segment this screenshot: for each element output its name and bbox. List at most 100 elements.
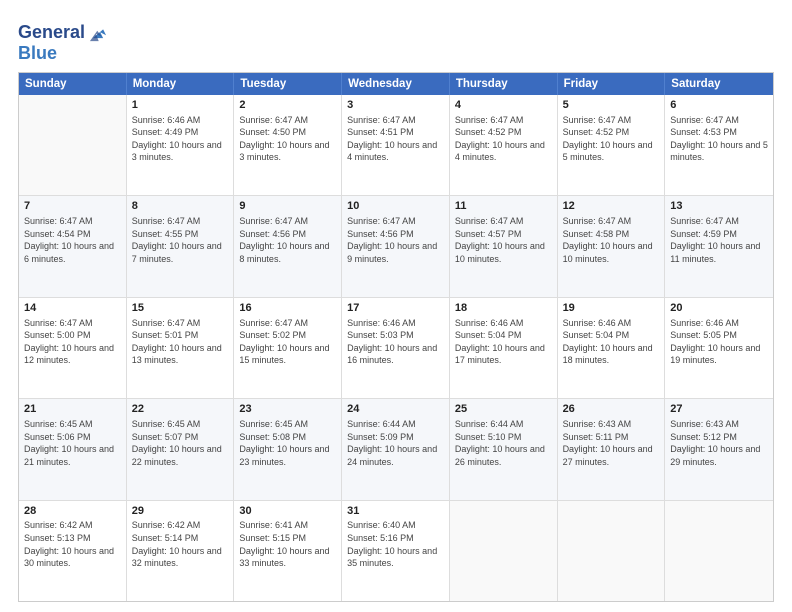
day-info: Sunrise: 6:41 AMSunset: 5:15 PMDaylight:… (239, 519, 336, 569)
day-number: 3 (347, 98, 444, 113)
empty-cell (450, 501, 558, 601)
day-info: Sunrise: 6:47 AMSunset: 4:50 PMDaylight:… (239, 114, 336, 164)
day-of-week-friday: Friday (558, 73, 666, 95)
empty-cell (19, 95, 127, 195)
day-info: Sunrise: 6:46 AMSunset: 5:04 PMDaylight:… (563, 317, 660, 367)
calendar-row-0: 1Sunrise: 6:46 AMSunset: 4:49 PMDaylight… (19, 95, 773, 196)
logo-icon (87, 22, 109, 44)
day-number: 10 (347, 199, 444, 214)
day-cell-3: 3Sunrise: 6:47 AMSunset: 4:51 PMDaylight… (342, 95, 450, 195)
day-number: 31 (347, 504, 444, 519)
day-cell-23: 23Sunrise: 6:45 AMSunset: 5:08 PMDayligh… (234, 399, 342, 499)
day-cell-12: 12Sunrise: 6:47 AMSunset: 4:58 PMDayligh… (558, 196, 666, 296)
day-of-week-wednesday: Wednesday (342, 73, 450, 95)
day-cell-7: 7Sunrise: 6:47 AMSunset: 4:54 PMDaylight… (19, 196, 127, 296)
calendar-body: 1Sunrise: 6:46 AMSunset: 4:49 PMDaylight… (19, 95, 773, 601)
day-of-week-saturday: Saturday (665, 73, 773, 95)
day-cell-17: 17Sunrise: 6:46 AMSunset: 5:03 PMDayligh… (342, 298, 450, 398)
day-cell-9: 9Sunrise: 6:47 AMSunset: 4:56 PMDaylight… (234, 196, 342, 296)
day-of-week-monday: Monday (127, 73, 235, 95)
day-info: Sunrise: 6:43 AMSunset: 5:12 PMDaylight:… (670, 418, 768, 468)
day-number: 19 (563, 301, 660, 316)
day-number: 24 (347, 402, 444, 417)
day-info: Sunrise: 6:47 AMSunset: 4:52 PMDaylight:… (563, 114, 660, 164)
day-of-week-sunday: Sunday (19, 73, 127, 95)
day-info: Sunrise: 6:47 AMSunset: 4:58 PMDaylight:… (563, 215, 660, 265)
day-info: Sunrise: 6:46 AMSunset: 5:05 PMDaylight:… (670, 317, 768, 367)
day-cell-27: 27Sunrise: 6:43 AMSunset: 5:12 PMDayligh… (665, 399, 773, 499)
day-cell-11: 11Sunrise: 6:47 AMSunset: 4:57 PMDayligh… (450, 196, 558, 296)
day-cell-1: 1Sunrise: 6:46 AMSunset: 4:49 PMDaylight… (127, 95, 235, 195)
day-info: Sunrise: 6:46 AMSunset: 4:49 PMDaylight:… (132, 114, 229, 164)
calendar-row-2: 14Sunrise: 6:47 AMSunset: 5:00 PMDayligh… (19, 298, 773, 399)
day-number: 7 (24, 199, 121, 214)
calendar-row-4: 28Sunrise: 6:42 AMSunset: 5:13 PMDayligh… (19, 501, 773, 601)
page: General Blue SundayMondayTuesdayWednesda… (0, 0, 792, 612)
day-cell-22: 22Sunrise: 6:45 AMSunset: 5:07 PMDayligh… (127, 399, 235, 499)
day-number: 29 (132, 504, 229, 519)
day-cell-4: 4Sunrise: 6:47 AMSunset: 4:52 PMDaylight… (450, 95, 558, 195)
day-number: 30 (239, 504, 336, 519)
logo-text: General (18, 23, 85, 43)
day-cell-25: 25Sunrise: 6:44 AMSunset: 5:10 PMDayligh… (450, 399, 558, 499)
day-number: 5 (563, 98, 660, 113)
day-number: 12 (563, 199, 660, 214)
day-number: 13 (670, 199, 768, 214)
day-info: Sunrise: 6:47 AMSunset: 4:55 PMDaylight:… (132, 215, 229, 265)
day-of-week-tuesday: Tuesday (234, 73, 342, 95)
day-number: 18 (455, 301, 552, 316)
day-number: 2 (239, 98, 336, 113)
day-info: Sunrise: 6:43 AMSunset: 5:11 PMDaylight:… (563, 418, 660, 468)
day-cell-19: 19Sunrise: 6:46 AMSunset: 5:04 PMDayligh… (558, 298, 666, 398)
day-cell-5: 5Sunrise: 6:47 AMSunset: 4:52 PMDaylight… (558, 95, 666, 195)
day-cell-6: 6Sunrise: 6:47 AMSunset: 4:53 PMDaylight… (665, 95, 773, 195)
empty-cell (665, 501, 773, 601)
day-cell-18: 18Sunrise: 6:46 AMSunset: 5:04 PMDayligh… (450, 298, 558, 398)
day-info: Sunrise: 6:46 AMSunset: 5:04 PMDaylight:… (455, 317, 552, 367)
header: General Blue (18, 18, 774, 64)
day-info: Sunrise: 6:42 AMSunset: 5:13 PMDaylight:… (24, 519, 121, 569)
day-cell-14: 14Sunrise: 6:47 AMSunset: 5:00 PMDayligh… (19, 298, 127, 398)
day-cell-28: 28Sunrise: 6:42 AMSunset: 5:13 PMDayligh… (19, 501, 127, 601)
calendar: SundayMondayTuesdayWednesdayThursdayFrid… (18, 72, 774, 602)
day-cell-13: 13Sunrise: 6:47 AMSunset: 4:59 PMDayligh… (665, 196, 773, 296)
day-number: 25 (455, 402, 552, 417)
day-info: Sunrise: 6:47 AMSunset: 4:59 PMDaylight:… (670, 215, 768, 265)
day-info: Sunrise: 6:46 AMSunset: 5:03 PMDaylight:… (347, 317, 444, 367)
day-number: 21 (24, 402, 121, 417)
day-number: 14 (24, 301, 121, 316)
day-info: Sunrise: 6:47 AMSunset: 5:01 PMDaylight:… (132, 317, 229, 367)
calendar-header: SundayMondayTuesdayWednesdayThursdayFrid… (19, 73, 773, 95)
day-number: 6 (670, 98, 768, 113)
day-info: Sunrise: 6:47 AMSunset: 4:54 PMDaylight:… (24, 215, 121, 265)
day-number: 27 (670, 402, 768, 417)
calendar-row-3: 21Sunrise: 6:45 AMSunset: 5:06 PMDayligh… (19, 399, 773, 500)
day-info: Sunrise: 6:47 AMSunset: 4:56 PMDaylight:… (239, 215, 336, 265)
day-number: 1 (132, 98, 229, 113)
day-cell-31: 31Sunrise: 6:40 AMSunset: 5:16 PMDayligh… (342, 501, 450, 601)
calendar-row-1: 7Sunrise: 6:47 AMSunset: 4:54 PMDaylight… (19, 196, 773, 297)
day-info: Sunrise: 6:47 AMSunset: 5:00 PMDaylight:… (24, 317, 121, 367)
logo-text2: Blue (18, 44, 109, 64)
day-number: 23 (239, 402, 336, 417)
day-number: 4 (455, 98, 552, 113)
day-cell-10: 10Sunrise: 6:47 AMSunset: 4:56 PMDayligh… (342, 196, 450, 296)
day-info: Sunrise: 6:47 AMSunset: 5:02 PMDaylight:… (239, 317, 336, 367)
day-info: Sunrise: 6:47 AMSunset: 4:56 PMDaylight:… (347, 215, 444, 265)
day-number: 26 (563, 402, 660, 417)
day-info: Sunrise: 6:47 AMSunset: 4:57 PMDaylight:… (455, 215, 552, 265)
day-number: 22 (132, 402, 229, 417)
day-number: 15 (132, 301, 229, 316)
day-of-week-thursday: Thursday (450, 73, 558, 95)
day-cell-21: 21Sunrise: 6:45 AMSunset: 5:06 PMDayligh… (19, 399, 127, 499)
day-number: 8 (132, 199, 229, 214)
day-cell-24: 24Sunrise: 6:44 AMSunset: 5:09 PMDayligh… (342, 399, 450, 499)
day-number: 28 (24, 504, 121, 519)
day-info: Sunrise: 6:45 AMSunset: 5:07 PMDaylight:… (132, 418, 229, 468)
day-info: Sunrise: 6:44 AMSunset: 5:09 PMDaylight:… (347, 418, 444, 468)
day-info: Sunrise: 6:45 AMSunset: 5:08 PMDaylight:… (239, 418, 336, 468)
day-info: Sunrise: 6:45 AMSunset: 5:06 PMDaylight:… (24, 418, 121, 468)
day-cell-8: 8Sunrise: 6:47 AMSunset: 4:55 PMDaylight… (127, 196, 235, 296)
day-number: 9 (239, 199, 336, 214)
day-cell-29: 29Sunrise: 6:42 AMSunset: 5:14 PMDayligh… (127, 501, 235, 601)
